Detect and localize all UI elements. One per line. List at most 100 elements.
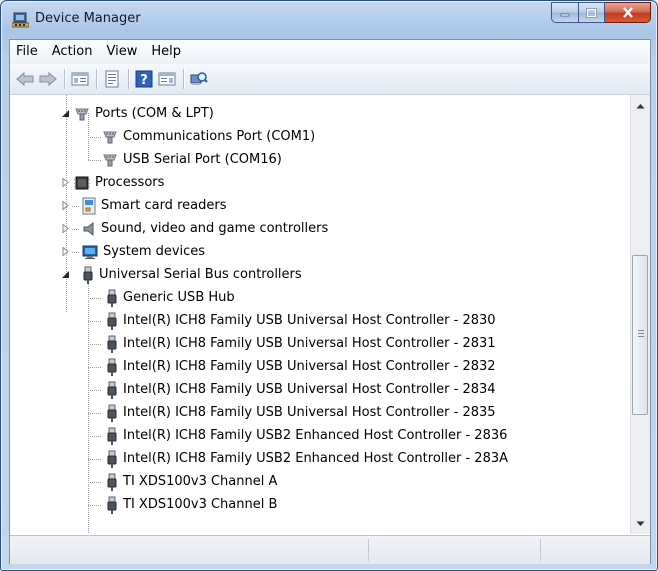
usb-plug-icon [83,266,93,284]
maximize-button[interactable] [579,2,605,23]
tree-node-com16[interactable]: USB Serial Port (COM16) [102,148,282,171]
action-pane-icon [158,72,176,86]
collapse-icon[interactable] [61,109,70,118]
help-button[interactable]: ? [133,68,155,90]
tree-node-label: Intel(R) ICH8 Family USB2 Enhanced Host … [123,428,508,443]
computer-icon [82,245,98,259]
forward-button[interactable] [37,68,59,90]
status-bar [10,535,650,564]
menu-action[interactable]: Action [45,41,100,63]
tree-line [72,206,80,207]
expand-icon[interactable] [61,178,70,187]
usb-plug-icon [107,312,117,330]
tree-node-label: Generic USB Hub [123,290,235,305]
tree-node-usb-host-2832[interactable]: Intel(R) ICH8 Family USB Universal Host … [106,355,496,378]
vertical-scrollbar[interactable] [630,95,650,534]
tree-line [88,321,102,322]
tree-line [88,505,102,506]
scroll-down-arrow-icon [636,521,645,526]
status-pane [540,539,541,561]
properties-icon [105,70,119,88]
tree-node-ports[interactable]: Ports (COM & LPT) [74,102,214,125]
tree-node-label: Intel(R) ICH8 Family USB Universal Host … [123,382,496,397]
tree-node-usb-host-2831[interactable]: Intel(R) ICH8 Family USB Universal Host … [106,332,496,355]
device-manager-window: Device Manager File Action View Help ? P… [0,0,658,571]
svg-text:?: ? [140,73,148,88]
close-button[interactable] [605,2,651,23]
tree-line [88,160,102,161]
tree-node-label: Communications Port (COM1) [123,129,316,144]
tree-node-usb-host-2830[interactable]: Intel(R) ICH8 Family USB Universal Host … [106,309,496,332]
scroll-down-button[interactable] [631,515,650,532]
tree-line [88,413,102,414]
tree-node-usb-host-2834[interactable]: Intel(R) ICH8 Family USB Universal Host … [106,378,496,401]
scan-hardware-button[interactable] [188,68,210,90]
tree-node-system-devices[interactable]: System devices [82,240,205,263]
close-icon [622,7,633,18]
tree-node-label: USB Serial Port (COM16) [123,152,282,167]
tree-node-label: Intel(R) ICH8 Family USB Universal Host … [123,359,496,374]
action-pane-button[interactable] [156,68,178,90]
port-connector-icon [103,131,117,143]
scroll-up-button[interactable] [631,97,650,114]
smart-card-reader-icon [82,197,96,214]
usb-plug-icon [107,450,117,468]
tree-node-label: Universal Serial Bus controllers [99,267,302,282]
collapse-icon[interactable] [61,270,70,279]
tree-node-xds100v3-channel-a[interactable]: TI XDS100v3 Channel A [106,470,277,493]
client-area: File Action View Help ? Ports (COM & LPT… [9,39,651,564]
menu-help[interactable]: Help [144,41,188,63]
tree-node-label: Intel(R) ICH8 Family USB2 Enhanced Host … [123,451,508,466]
tree-line [88,436,102,437]
tree-node-label: Intel(R) ICH8 Family USB Universal Host … [123,336,496,351]
tree-node-generic-usb-hub[interactable]: Generic USB Hub [106,286,235,309]
properties-button[interactable] [101,68,123,90]
tree-node-smart-card-readers[interactable]: Smart card readers [82,194,226,217]
minimize-icon [560,13,570,16]
tree-line [88,459,102,460]
back-button[interactable] [14,68,36,90]
usb-plug-icon [107,496,117,514]
show-hide-tree-icon [71,72,89,86]
tree-node-label: Sound, video and game controllers [101,221,329,236]
tree-node-usb2-enhanced-283a[interactable]: Intel(R) ICH8 Family USB2 Enhanced Host … [106,447,508,470]
menu-view[interactable]: View [99,41,144,63]
tree-node-xds100v3-channel-b[interactable]: TI XDS100v3 Channel B [106,493,277,516]
tree-node-label: TI XDS100v3 Channel B [123,497,278,512]
scrollbar-thumb[interactable] [632,255,648,415]
usb-plug-icon [107,381,117,399]
port-connector-icon [75,108,89,120]
tree-node-processors[interactable]: Processors [74,171,164,194]
tree-line [72,252,80,253]
expand-icon[interactable] [61,201,70,210]
minimize-button[interactable] [551,2,579,23]
tree-line [88,344,102,345]
expand-icon[interactable] [61,224,70,233]
scan-hardware-icon [190,72,208,85]
tree-node-usb2-enhanced-2836[interactable]: Intel(R) ICH8 Family USB2 Enhanced Host … [106,424,507,447]
status-pane [368,539,369,561]
toolbar-separator [183,69,184,89]
tree-line [88,282,89,534]
tree-node-usb-controllers[interactable]: Universal Serial Bus controllers [82,263,302,286]
tree-node-com1[interactable]: Communications Port (COM1) [102,125,315,148]
toolbar-separator [128,69,129,89]
device-tree[interactable]: Ports (COM & LPT) Communications Port (C… [10,95,630,534]
tree-line [72,229,80,230]
expand-icon[interactable] [61,247,70,256]
usb-plug-icon [107,335,117,353]
title-bar[interactable]: Device Manager [1,1,657,39]
tree-line [88,298,102,299]
tree-line [88,390,102,391]
usb-plug-icon [107,427,117,445]
toolbar-separator [64,69,65,89]
tree-node-label: Processors [95,175,165,190]
back-icon [16,71,34,87]
show-hide-tree-button[interactable] [69,68,91,90]
toolbar: ? [10,64,650,95]
menu-file[interactable]: File [10,41,45,63]
usb-plug-icon [107,404,117,422]
tree-node-usb-host-2835[interactable]: Intel(R) ICH8 Family USB Universal Host … [106,401,496,424]
tree-node-sound[interactable]: Sound, video and game controllers [82,217,328,240]
scroll-up-arrow-icon [636,103,645,108]
